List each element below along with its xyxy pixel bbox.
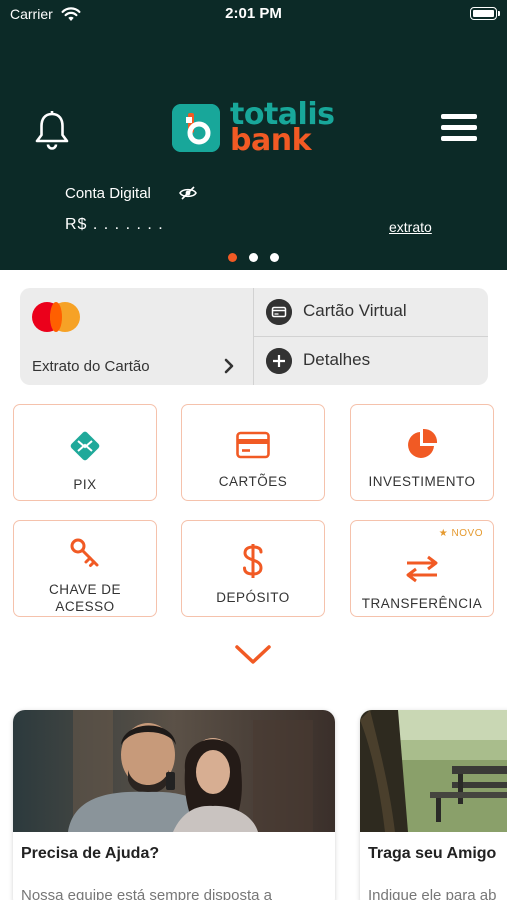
tile-access-key-label: CHAVE DE ACESSO: [48, 582, 121, 614]
credit-card-icon: [236, 431, 270, 459]
dollar-sign-icon: [243, 544, 263, 578]
promo-title: Traga seu Amigo: [368, 845, 497, 862]
card-details-button[interactable]: Detalhes: [253, 337, 488, 385]
tile-deposit-label: DEPÓSITO: [216, 590, 290, 605]
carousel-indicator: [0, 253, 507, 262]
mastercard-logo: [32, 302, 82, 332]
virtual-card-button[interactable]: Cartão Virtual: [253, 288, 488, 336]
carousel-dot[interactable]: [228, 253, 237, 262]
brand-wordmark: totalis bank: [230, 100, 335, 156]
park-bench-photo: [360, 710, 507, 832]
account-balance: R$ . . . . . . .: [65, 216, 164, 233]
totalis-bank-logo: totalis bank: [172, 100, 347, 158]
key-icon: [70, 538, 99, 567]
battery-icon: [470, 7, 500, 20]
card-statement-button[interactable]: Extrato do Cartão: [20, 288, 253, 385]
virtual-card-icon: [266, 299, 292, 325]
tile-cards[interactable]: CARTÕES: [181, 404, 325, 501]
plus-circle-icon: [266, 348, 292, 374]
app-header: Carrier 2:01 PM totalis bank Conta Digit…: [0, 0, 507, 270]
hamburger-menu-icon[interactable]: [441, 114, 477, 146]
couple-photo: [13, 710, 335, 832]
menu-bar: [441, 125, 477, 130]
menu-bar: [441, 114, 477, 119]
tile-cards-label: CARTÕES: [218, 474, 288, 489]
tile-deposit[interactable]: DEPÓSITO: [181, 520, 325, 617]
promo-description: Indique ele para ab: [368, 887, 497, 900]
eye-hidden-icon[interactable]: [179, 186, 197, 200]
tile-transfer[interactable]: ★ NOVO TRANSFERÊNCIA: [350, 520, 494, 617]
tile-access-key[interactable]: CHAVE DE ACESSO: [13, 520, 157, 617]
new-badge-label: NOVO: [451, 528, 483, 539]
pie-chart-icon: [408, 428, 438, 458]
menu-bar: [441, 136, 477, 141]
account-label: Conta Digital: [65, 185, 151, 202]
bell-icon[interactable]: [33, 110, 71, 152]
chevron-down-icon[interactable]: [234, 643, 272, 667]
promo-card-help[interactable]: Precisa de Ajuda? Nossa equipe está semp…: [13, 710, 335, 900]
tile-transfer-label: TRANSFERÊNCIA: [361, 596, 483, 611]
statement-link[interactable]: extrato: [389, 219, 432, 235]
clock: 2:01 PM: [225, 5, 282, 22]
card-statement-label: Extrato do Cartão: [32, 358, 150, 375]
tile-pix[interactable]: PIX: [13, 404, 157, 501]
virtual-card-label: Cartão Virtual: [303, 301, 407, 320]
status-bar: Carrier 2:01 PM: [0, 0, 507, 30]
brand-mark-icon: [172, 104, 220, 152]
carousel-dot[interactable]: [270, 253, 279, 262]
new-badge: ★ NOVO: [439, 528, 483, 539]
transfer-arrows-icon: [406, 555, 438, 583]
promo-title: Precisa de Ajuda?: [21, 845, 160, 862]
tile-investment[interactable]: INVESTIMENTO: [350, 404, 494, 501]
chevron-right-icon: [224, 358, 234, 374]
promo-description: Nossa equipe está sempre disposta a: [21, 887, 272, 900]
star-icon: ★: [438, 528, 449, 539]
card-details-label: Detalhes: [303, 350, 371, 369]
tile-pix-label: PIX: [73, 477, 97, 492]
carousel-dot[interactable]: [249, 253, 258, 262]
pix-icon: [70, 431, 100, 461]
credit-card-panel: Extrato do Cartão Cartão Virtual Detalhe…: [20, 288, 488, 385]
tile-investment-label: INVESTIMENTO: [368, 474, 476, 489]
promo-card-refer[interactable]: Traga seu Amigo Indique ele para ab: [360, 710, 507, 900]
